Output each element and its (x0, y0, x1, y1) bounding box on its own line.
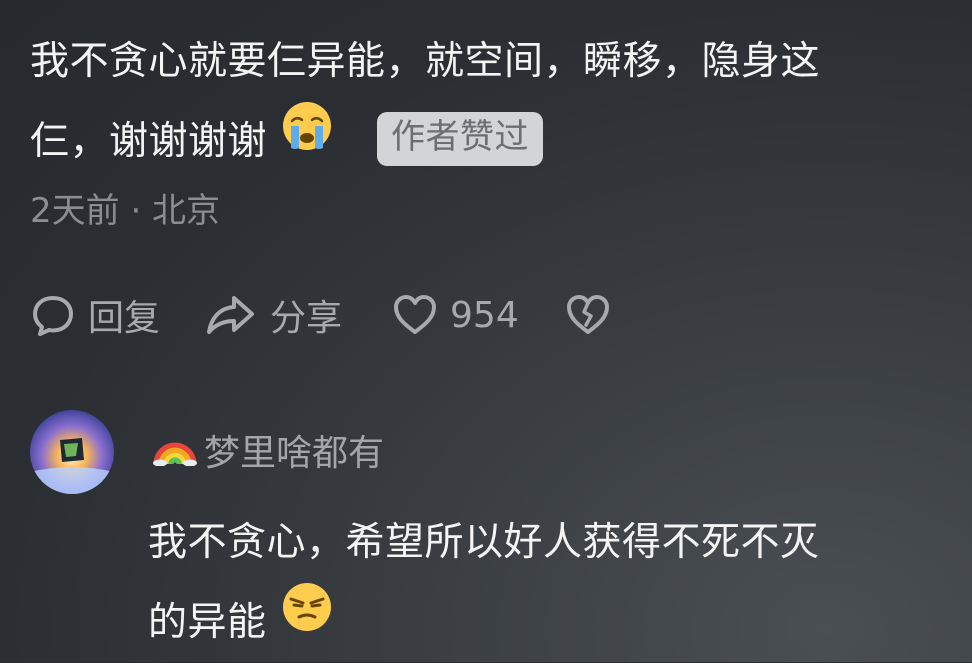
crying-face-icon (281, 100, 333, 180)
author-liked-badge: 作者赞过 (377, 111, 544, 166)
broken-heart-icon (565, 292, 611, 338)
smirk-face-icon (281, 581, 333, 661)
dislike-button[interactable] (565, 292, 611, 338)
avatar[interactable] (30, 410, 114, 494)
share-button[interactable]: 分享 (204, 289, 342, 341)
reply-line-2: 的异能 (148, 581, 948, 663)
heart-icon (392, 292, 438, 338)
reply-body: 我不贪心，希望所以好人获得不死不灭 的异能 (148, 503, 948, 663)
like-button[interactable]: 954 (392, 292, 519, 338)
reply-button[interactable]: 回复 (30, 289, 160, 341)
comment-line-2: 仨，谢谢谢谢 作者赞过 (30, 100, 950, 182)
comment-meta: 2天前 · 北京 (30, 191, 221, 231)
like-count: 954 (450, 294, 519, 336)
comment-line-2-text: 仨，谢谢谢谢 (30, 119, 268, 164)
comment-bubble-icon (30, 292, 76, 338)
reply-line-2-text: 的异能 (148, 600, 267, 645)
reply-label: 回复 (88, 298, 161, 339)
comment-body: 我不贪心就要仨异能，就空间，瞬移，隐身这 仨，谢谢谢谢 作者赞过 (30, 22, 950, 182)
share-label: 分享 (270, 298, 343, 339)
action-bar: 回复 分享 954 (30, 290, 611, 340)
reply-username-row: 梦里啥都有 (152, 424, 384, 476)
reply-username[interactable]: 梦里啥都有 (204, 424, 384, 476)
rainbow-icon (152, 426, 198, 475)
reply-line-1: 我不贪心，希望所以好人获得不死不灭 (148, 520, 820, 565)
share-arrow-icon (204, 292, 258, 338)
comment-line-1: 我不贪心就要仨异能，就空间，瞬移，隐身这 (30, 39, 821, 84)
